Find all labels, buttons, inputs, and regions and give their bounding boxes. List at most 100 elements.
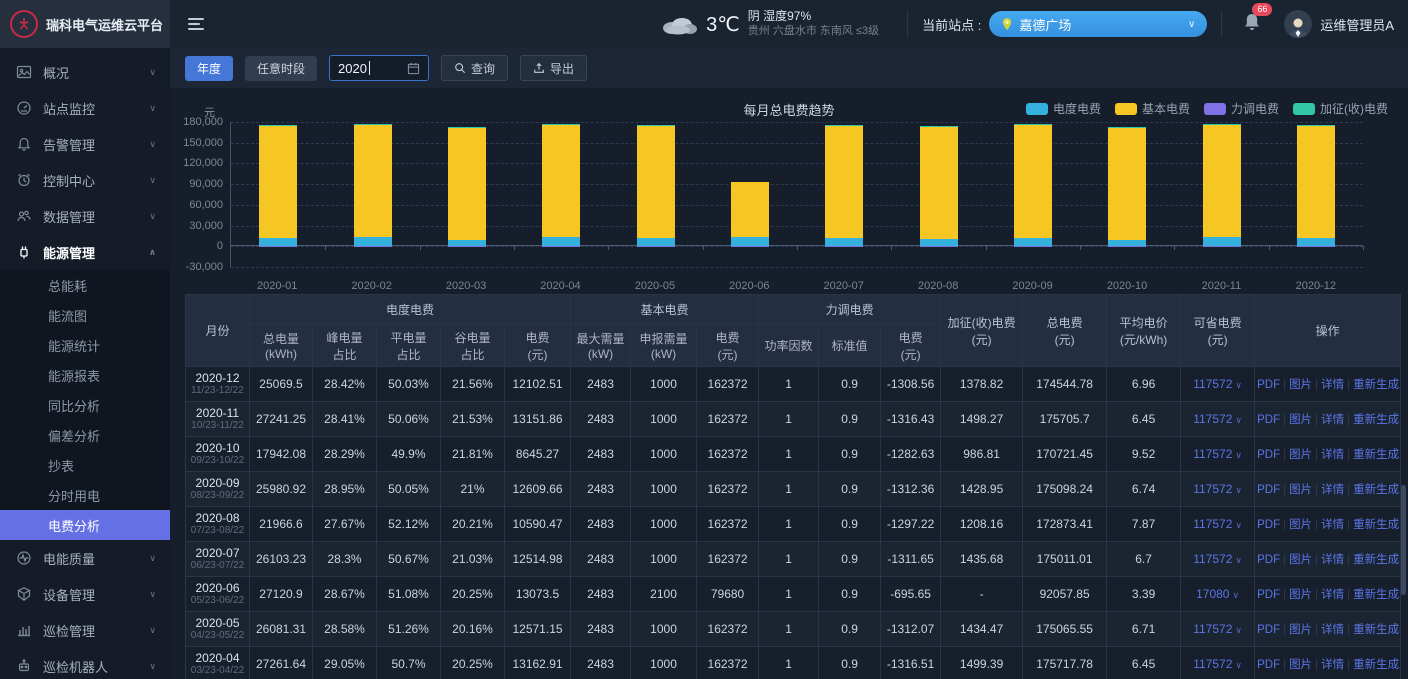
sidebar-item-控制中心[interactable]: 控制中心∨ (0, 162, 170, 198)
sidebar-subitem-同比分析[interactable]: 同比分析 (0, 390, 170, 420)
sidebar-subitem-能源统计[interactable]: 能源统计 (0, 330, 170, 360)
action-link-重新生成[interactable]: 重新生成 (1353, 519, 1399, 531)
action-link-详情[interactable]: 详情 (1321, 659, 1344, 671)
bar-2020-11[interactable] (1203, 124, 1241, 246)
user-avatar[interactable] (1284, 10, 1312, 38)
action-link-重新生成[interactable]: 重新生成 (1353, 624, 1399, 636)
table-cell: 28.41% (313, 402, 377, 437)
action-link-详情[interactable]: 详情 (1321, 624, 1344, 636)
sidebar-item-设备管理[interactable]: 设备管理∨ (0, 576, 170, 612)
action-link-图片[interactable]: 图片 (1289, 484, 1312, 496)
query-button[interactable]: 查询 (441, 55, 508, 81)
action-link-重新生成[interactable]: 重新生成 (1353, 589, 1399, 601)
action-link-图片[interactable]: 图片 (1289, 379, 1312, 391)
action-link-图片[interactable]: 图片 (1289, 449, 1312, 461)
savable-fee-link[interactable]: 117572 (1193, 622, 1232, 636)
action-link-详情[interactable]: 详情 (1321, 379, 1344, 391)
action-link-图片[interactable]: 图片 (1289, 414, 1312, 426)
bar-2020-12[interactable] (1297, 125, 1335, 246)
action-link-详情[interactable]: 详情 (1321, 554, 1344, 566)
action-link-PDF[interactable]: PDF (1257, 554, 1280, 566)
sidebar-item-概况[interactable]: 概况∨ (0, 54, 170, 90)
sidebar-subitem-偏差分析[interactable]: 偏差分析 (0, 420, 170, 450)
table-cell: 1 (759, 542, 819, 577)
vertical-scrollbar[interactable] (1401, 485, 1406, 595)
legend-item-加征(收)电费[interactable]: 加征(收)电费 (1293, 100, 1388, 117)
bar-2020-06[interactable] (731, 182, 769, 246)
savable-fee-link[interactable]: 117572 (1193, 482, 1232, 496)
bar-2020-02[interactable] (354, 124, 392, 246)
action-link-PDF[interactable]: PDF (1257, 484, 1280, 496)
notifications-button[interactable]: 66 (1242, 11, 1262, 38)
bar-2020-08[interactable] (920, 126, 958, 246)
savable-fee-link[interactable]: 17080 (1196, 587, 1229, 601)
legend-swatch (1293, 103, 1315, 115)
sidebar-item-能源管理[interactable]: 能源管理∧ (0, 234, 170, 270)
sidebar-subitem-抄表[interactable]: 抄表 (0, 450, 170, 480)
sidebar-item-站点监控[interactable]: 站点监控∨ (0, 90, 170, 126)
action-link-重新生成[interactable]: 重新生成 (1353, 659, 1399, 671)
action-link-详情[interactable]: 详情 (1321, 449, 1344, 461)
legend-item-基本电费[interactable]: 基本电费 (1115, 100, 1190, 117)
sidebar-item-巡检机器人[interactable]: 巡检机器人∨ (0, 648, 170, 679)
bar-2020-03[interactable] (448, 127, 486, 246)
savable-fee-link[interactable]: 117572 (1193, 377, 1232, 391)
savable-fee-link[interactable]: 117572 (1193, 552, 1232, 566)
sidebar-item-数据管理[interactable]: 数据管理∨ (0, 198, 170, 234)
savable-fee-link[interactable]: 117572 (1193, 447, 1232, 461)
sidebar-subitem-能源报表[interactable]: 能源报表 (0, 360, 170, 390)
bar-2020-05[interactable] (637, 125, 675, 247)
action-link-重新生成[interactable]: 重新生成 (1353, 449, 1399, 461)
table-cell: 3.39 (1107, 577, 1181, 612)
table-cell: 1000 (631, 647, 697, 679)
action-link-重新生成[interactable]: 重新生成 (1353, 554, 1399, 566)
action-link-图片[interactable]: 图片 (1289, 589, 1312, 601)
action-link-图片[interactable]: 图片 (1289, 624, 1312, 636)
bar-2020-07[interactable] (825, 125, 863, 247)
tab-any-period[interactable]: 任意时段 (245, 56, 317, 81)
action-link-详情[interactable]: 详情 (1321, 484, 1344, 496)
sidebar-item-告警管理[interactable]: 告警管理∨ (0, 126, 170, 162)
tab-year[interactable]: 年度 (185, 56, 233, 81)
savable-fee-link[interactable]: 117572 (1193, 517, 1232, 531)
action-link-PDF[interactable]: PDF (1257, 449, 1280, 461)
action-link-详情[interactable]: 详情 (1321, 414, 1344, 426)
action-link-详情[interactable]: 详情 (1321, 519, 1344, 531)
col-total-kwh: 总电量 (kWh) (250, 325, 313, 367)
export-button[interactable]: 导出 (520, 55, 587, 81)
action-link-详情[interactable]: 详情 (1321, 589, 1344, 601)
sidebar-subitem-总能耗[interactable]: 总能耗 (0, 270, 170, 300)
bar-2020-10[interactable] (1108, 127, 1146, 246)
table-cell: 6.96 (1107, 367, 1181, 402)
action-link-重新生成[interactable]: 重新生成 (1353, 484, 1399, 496)
action-separator: | (1283, 519, 1286, 531)
menu-collapse-icon[interactable] (188, 18, 204, 30)
action-link-PDF[interactable]: PDF (1257, 414, 1280, 426)
action-link-PDF[interactable]: PDF (1257, 659, 1280, 671)
sidebar-item-电能质量[interactable]: 电能质量∨ (0, 540, 170, 576)
legend-item-力调电费[interactable]: 力调电费 (1204, 100, 1279, 117)
action-link-重新生成[interactable]: 重新生成 (1353, 414, 1399, 426)
table-cell: 1 (759, 612, 819, 647)
savable-fee-link[interactable]: 117572 (1193, 657, 1232, 671)
sidebar-subitem-分时用电[interactable]: 分时用电 (0, 480, 170, 510)
action-link-重新生成[interactable]: 重新生成 (1353, 379, 1399, 391)
station-select[interactable]: 嘉德广场 ∨ (989, 11, 1207, 37)
bar-2020-01[interactable] (259, 125, 297, 247)
site-monitor-icon (16, 100, 32, 116)
legend-item-电度电费[interactable]: 电度电费 (1026, 100, 1101, 117)
action-link-图片[interactable]: 图片 (1289, 659, 1312, 671)
bar-2020-04[interactable] (542, 124, 580, 246)
action-link-PDF[interactable]: PDF (1257, 379, 1280, 391)
sidebar-subitem-能流图[interactable]: 能流图 (0, 300, 170, 330)
year-input[interactable]: 2020 (329, 55, 429, 81)
action-link-图片[interactable]: 图片 (1289, 519, 1312, 531)
sidebar-item-巡检管理[interactable]: 巡检管理∨ (0, 612, 170, 648)
action-link-PDF[interactable]: PDF (1257, 519, 1280, 531)
action-link-PDF[interactable]: PDF (1257, 589, 1280, 601)
savable-fee-link[interactable]: 117572 (1193, 412, 1232, 426)
action-link-PDF[interactable]: PDF (1257, 624, 1280, 636)
action-link-图片[interactable]: 图片 (1289, 554, 1312, 566)
sidebar-subitem-电费分析[interactable]: 电费分析 (0, 510, 170, 540)
bar-2020-09[interactable] (1014, 124, 1052, 246)
